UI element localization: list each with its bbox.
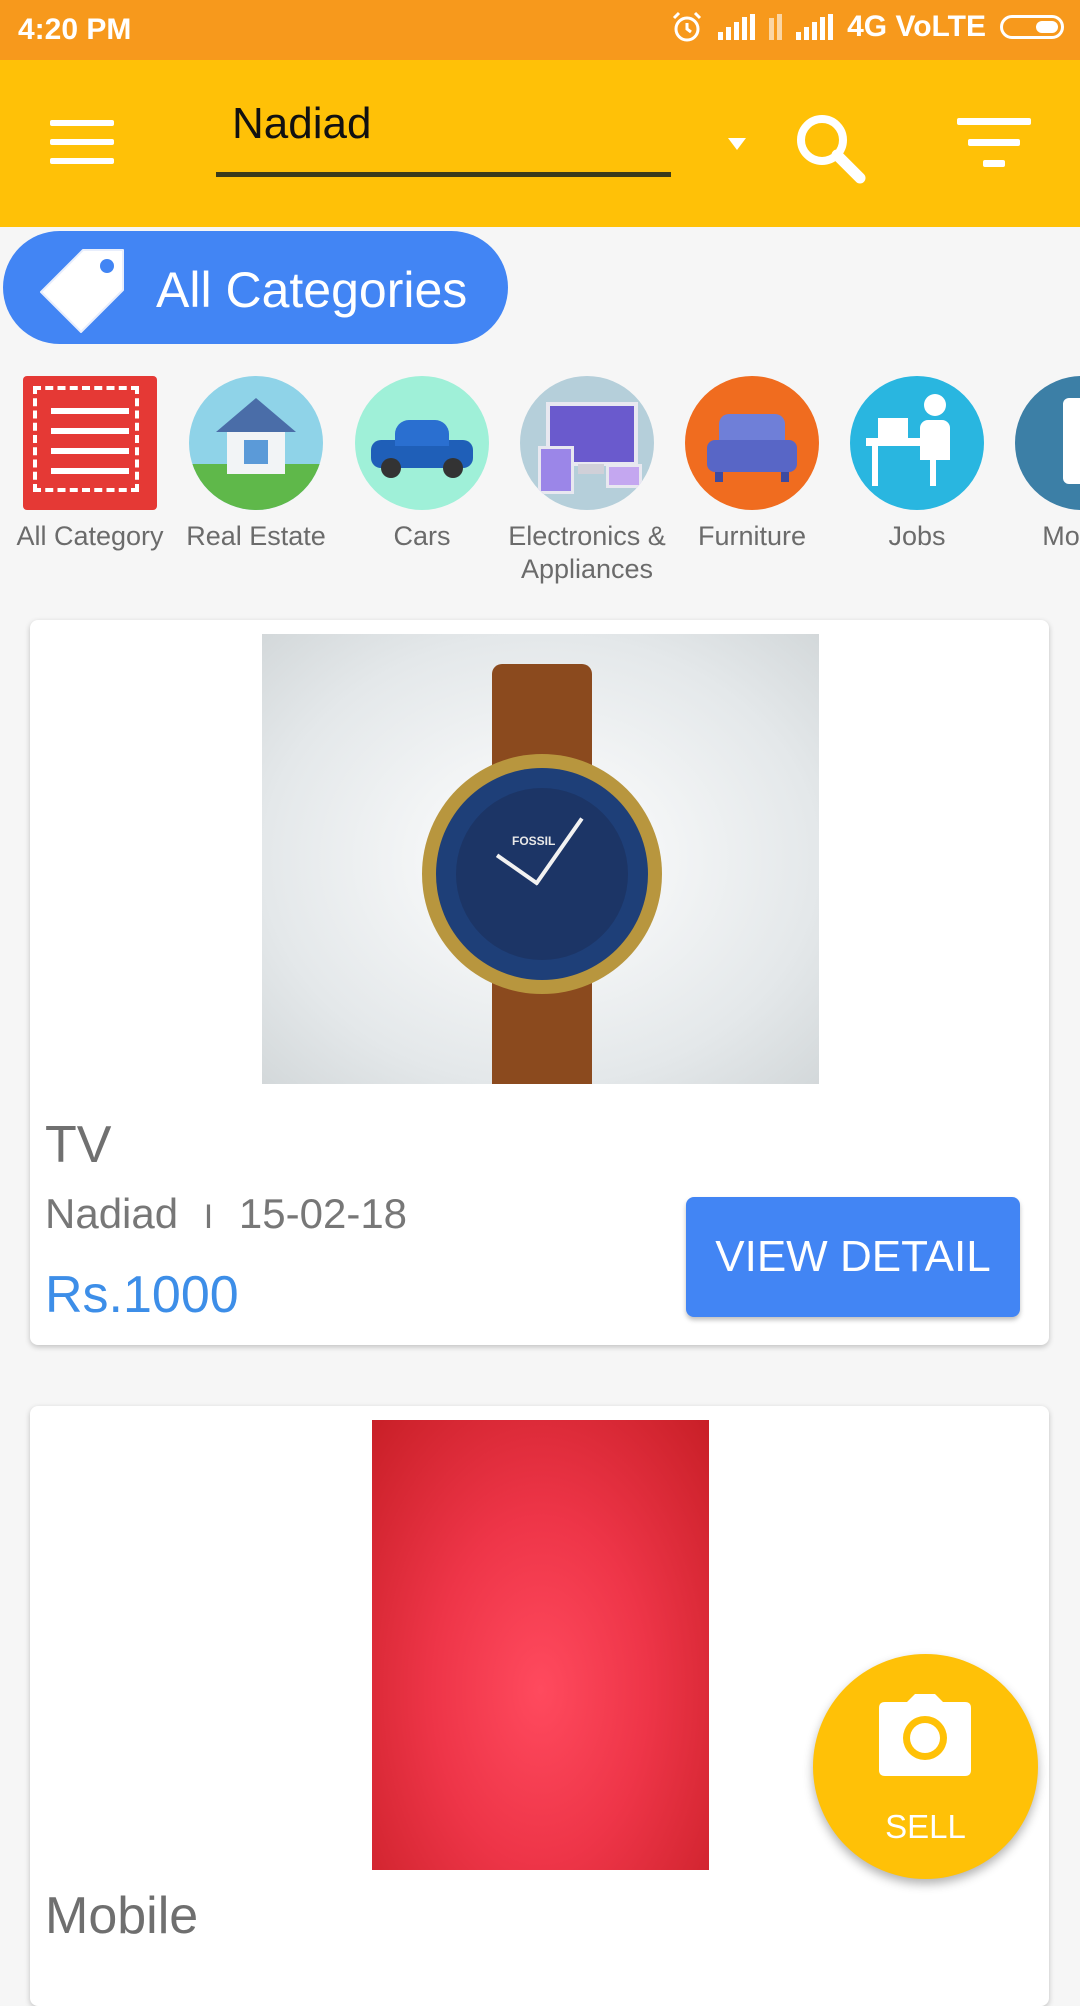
battery-icon <box>1000 15 1064 39</box>
app-bar <box>0 60 1080 227</box>
tag-icon <box>40 249 124 333</box>
menu-icon[interactable] <box>50 120 114 164</box>
search-icon[interactable] <box>790 108 870 188</box>
car-icon <box>355 376 489 510</box>
watch-brand: FOSSIL <box>512 834 556 848</box>
status-icons: 4G VoLTE <box>670 10 1064 44</box>
house-icon <box>189 376 323 510</box>
category-real-estate[interactable]: Real Estate <box>171 376 341 553</box>
category-strip[interactable]: All Category Real Estate Cars Electronic… <box>0 376 1080 596</box>
listing-date: 15-02-18 <box>238 1190 408 1237</box>
listing-location: Nadiad <box>45 1190 179 1237</box>
all-categories-button[interactable]: All Categories <box>3 231 508 344</box>
data-arrows-icon <box>769 14 783 40</box>
listing-title: TV <box>45 1116 112 1174</box>
sell-button[interactable]: SELL <box>813 1654 1038 1879</box>
listing-card[interactable]: FOSSIL TV Nadiad I 15-02-18 Rs.1000 VIEW… <box>30 620 1049 1345</box>
listing-image <box>372 1420 709 1870</box>
category-all[interactable]: All Category <box>5 376 175 553</box>
listing-meta: Nadiad I 15-02-18 <box>45 1190 407 1238</box>
category-label: Electronics & Appliances <box>508 521 666 584</box>
sell-label: SELL <box>885 1808 966 1845</box>
monitor-icon <box>520 376 654 510</box>
category-label: Jobs <box>888 521 946 551</box>
listing-title: Mobile <box>45 1887 199 1945</box>
category-label: All Category <box>16 521 164 551</box>
filter-icon[interactable] <box>955 118 1033 176</box>
listing-price: Rs.1000 <box>45 1266 239 1324</box>
listing-separator: I <box>203 1198 214 1236</box>
sofa-icon <box>685 376 819 510</box>
category-label: Real Estate <box>186 521 326 551</box>
status-bar: 4:20 PM 4G VoLTE <box>0 0 1080 60</box>
category-jobs[interactable]: Jobs <box>832 376 1002 553</box>
status-time: 4:20 PM <box>18 13 132 46</box>
all-categories-label: All Categories <box>156 262 468 318</box>
desk-worker-icon <box>850 376 984 510</box>
listing-image: FOSSIL <box>262 634 819 1084</box>
category-cars[interactable]: Cars <box>337 376 507 553</box>
view-detail-button[interactable]: VIEW DETAIL <box>686 1197 1020 1317</box>
city-input-underline <box>216 172 671 177</box>
alarm-icon <box>673 11 702 42</box>
phone-icon <box>1015 376 1080 510</box>
category-mobile[interactable]: Mobile <box>997 376 1080 553</box>
category-label: Furniture <box>697 521 807 551</box>
category-furniture[interactable]: Furniture <box>667 376 837 553</box>
category-label: Cars <box>393 521 451 551</box>
category-electronics[interactable]: Electronics & Appliances <box>502 376 672 586</box>
network-label: 4G VoLTE <box>847 10 986 43</box>
dropdown-arrow-icon[interactable] <box>728 138 746 150</box>
camera-icon <box>879 1694 971 1776</box>
signal-icon-2 <box>796 14 834 40</box>
signal-icon <box>718 14 756 40</box>
city-input[interactable] <box>216 94 687 154</box>
list-icon <box>23 376 157 510</box>
category-label: Mobile <box>1042 521 1080 551</box>
